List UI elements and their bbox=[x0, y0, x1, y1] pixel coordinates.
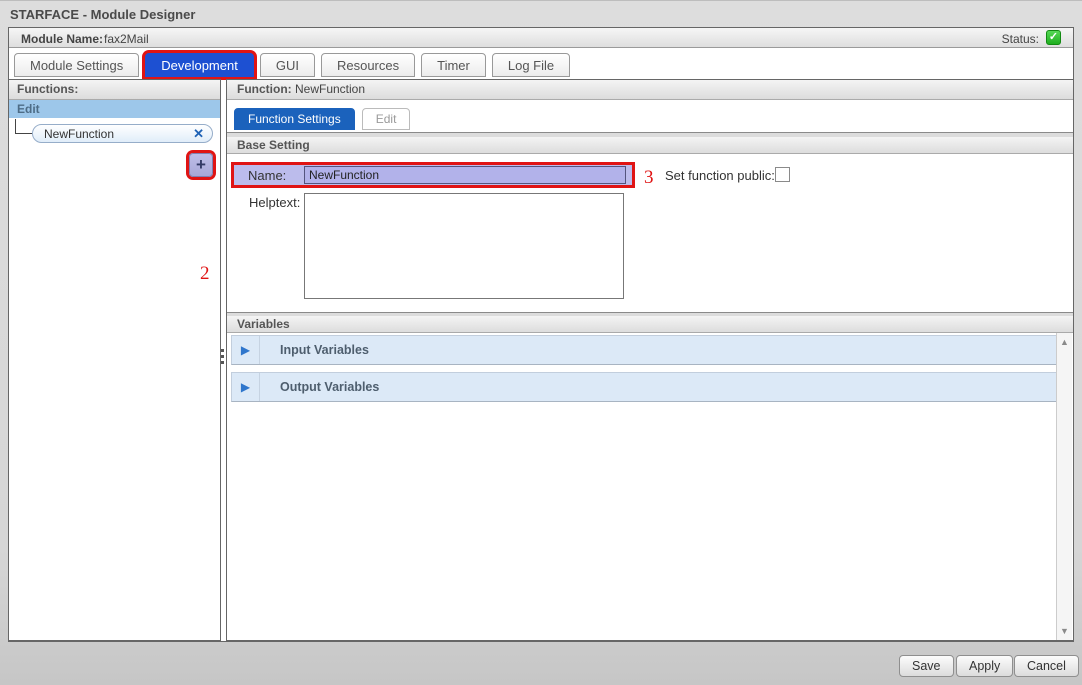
module-name-label: Module Name: bbox=[21, 32, 103, 46]
output-variables-row[interactable]: ▶ Output Variables bbox=[231, 372, 1058, 402]
tab-function-settings[interactable]: Function Settings bbox=[234, 108, 355, 130]
name-label: Name: bbox=[248, 168, 286, 183]
tab-module-settings[interactable]: Module Settings bbox=[14, 53, 139, 77]
functions-panel: Functions: Edit NewFunction ✕ + 2 bbox=[8, 79, 221, 641]
module-designer-window: STARFACE - Module Designer Module Name: … bbox=[0, 0, 1082, 685]
tab-development[interactable]: Development bbox=[145, 53, 254, 77]
output-variables-label: Output Variables bbox=[260, 380, 379, 394]
tree-connector-line bbox=[15, 119, 33, 134]
helptext-textarea[interactable] bbox=[304, 193, 624, 299]
input-variables-expand-cell[interactable]: ▶ bbox=[232, 336, 260, 364]
status-label: Status: bbox=[1002, 32, 1039, 46]
function-name-input[interactable] bbox=[304, 166, 626, 184]
tab-log-file[interactable]: Log File bbox=[492, 53, 570, 77]
tab-gui[interactable]: GUI bbox=[260, 53, 315, 77]
main-tab-bar: Module Settings Development GUI Resource… bbox=[14, 53, 570, 77]
status-green-check-icon[interactable]: ✓ bbox=[1046, 30, 1061, 45]
panel-splitter-handle[interactable] bbox=[220, 345, 225, 367]
tab-function-edit[interactable]: Edit bbox=[362, 108, 411, 130]
tab-resources[interactable]: Resources bbox=[321, 53, 415, 77]
annotation-step-2: 2 bbox=[200, 263, 210, 285]
cancel-button[interactable]: Cancel bbox=[1014, 655, 1079, 677]
tab-timer[interactable]: Timer bbox=[421, 53, 486, 77]
set-function-public-label: Set function public: bbox=[665, 168, 775, 183]
annotation-step-3: 3 bbox=[644, 167, 654, 189]
output-variables-expand-cell[interactable]: ▶ bbox=[232, 373, 260, 401]
function-header: Function: NewFunction bbox=[227, 80, 1073, 100]
apply-button[interactable]: Apply bbox=[956, 655, 1013, 677]
window-title: STARFACE - Module Designer bbox=[10, 7, 195, 22]
function-item-label: NewFunction bbox=[44, 127, 114, 141]
base-setting-header: Base Setting bbox=[227, 137, 1073, 154]
tree-item-newfunction[interactable]: NewFunction ✕ bbox=[32, 124, 213, 143]
functions-panel-header: Functions: bbox=[9, 80, 220, 100]
helptext-label: Helptext: bbox=[249, 195, 300, 210]
function-tab-bar: Function Settings Edit bbox=[234, 108, 410, 130]
input-variables-row[interactable]: ▶ Input Variables bbox=[231, 335, 1058, 365]
input-variables-label: Input Variables bbox=[260, 343, 369, 357]
module-name-value: fax2Mail bbox=[104, 32, 149, 46]
variables-header: Variables bbox=[227, 316, 1073, 333]
function-header-value: NewFunction bbox=[295, 82, 365, 96]
add-function-button[interactable]: + bbox=[189, 153, 213, 177]
function-header-label: Function: bbox=[237, 82, 292, 96]
title-bar: STARFACE - Module Designer bbox=[0, 1, 1082, 27]
delete-function-icon[interactable]: ✕ bbox=[193, 126, 204, 142]
scroll-up-icon[interactable]: ▲ bbox=[1057, 335, 1072, 349]
function-detail-panel: Function: NewFunction Function Settings … bbox=[226, 79, 1074, 641]
name-row-highlighted: Name: bbox=[231, 162, 635, 188]
chevron-right-icon: ▶ bbox=[241, 343, 250, 357]
save-button[interactable]: Save bbox=[899, 655, 954, 677]
variables-scrollbar[interactable]: ▲ ▼ bbox=[1056, 333, 1072, 640]
scroll-down-icon[interactable]: ▼ bbox=[1057, 624, 1072, 638]
module-name-bar: Module Name: fax2Mail Status: ✓ bbox=[9, 28, 1073, 48]
chevron-right-icon: ▶ bbox=[241, 380, 250, 394]
set-function-public-checkbox[interactable] bbox=[775, 167, 790, 182]
tree-root-edit[interactable]: Edit bbox=[9, 100, 220, 118]
